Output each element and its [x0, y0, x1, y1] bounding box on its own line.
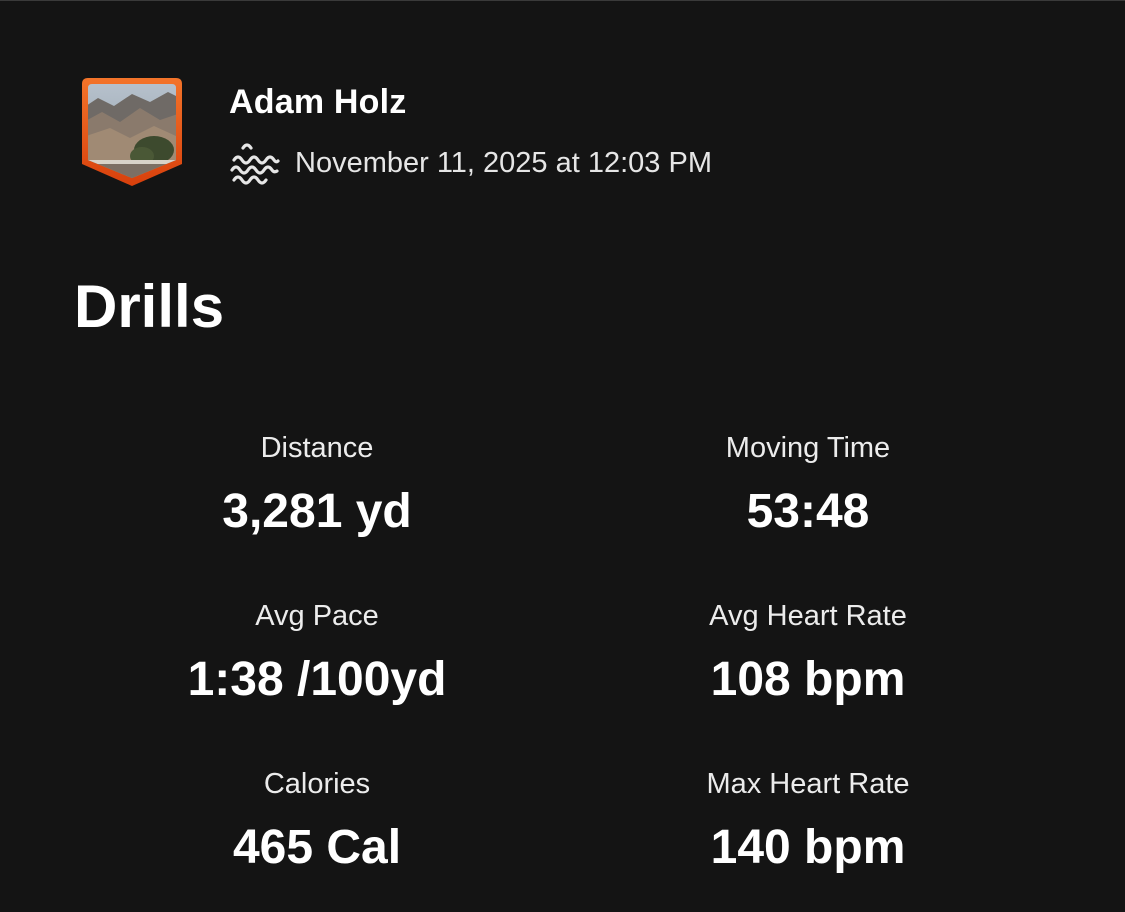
stat-label: Avg Heart Rate	[709, 600, 907, 632]
athlete-name[interactable]: Adam Holz	[229, 82, 406, 122]
activity-meta: November 11, 2025 at 12:03 PM	[229, 140, 712, 186]
athlete-avatar[interactable]	[80, 76, 184, 188]
activity-title[interactable]: Drills	[74, 270, 224, 344]
stat-max-heart-rate: Max Heart Rate 140 bpm	[588, 766, 1028, 876]
top-border	[0, 0, 1125, 1]
stat-value: 53:48	[746, 485, 870, 538]
stat-calories: Calories 465 Cal	[97, 766, 537, 876]
stat-distance: Distance 3,281 yd	[97, 430, 537, 540]
stat-moving-time: Moving Time 53:48	[588, 430, 1028, 540]
stat-label: Calories	[263, 768, 371, 800]
stat-value: 140 bpm	[710, 821, 906, 874]
stat-avg-heart-rate: Avg Heart Rate 108 bpm	[588, 598, 1028, 708]
stat-label: Distance	[260, 432, 374, 464]
stat-value: 108 bpm	[710, 653, 906, 706]
stat-label: Max Heart Rate	[706, 768, 910, 800]
stat-label: Avg Pace	[255, 600, 379, 632]
stat-value: 465 Cal	[232, 821, 402, 874]
stat-value: 1:38 /100yd	[187, 653, 447, 706]
stat-avg-pace: Avg Pace 1:38 /100yd	[97, 598, 537, 708]
activity-date: November 11, 2025 at 12:03 PM	[295, 147, 712, 179]
stat-value: 3,281 yd	[222, 485, 412, 538]
swim-icon	[230, 143, 280, 185]
stat-label: Moving Time	[725, 432, 891, 464]
